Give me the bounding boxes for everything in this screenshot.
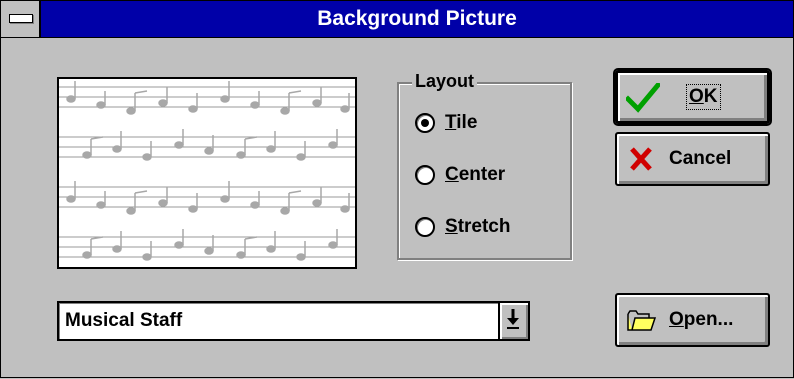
x-icon [630, 147, 652, 171]
radio-center-label: Center [445, 164, 506, 185]
ok-button-label: OK [686, 84, 721, 110]
radio-stretch[interactable]: Stretch [415, 215, 510, 239]
radio-tile[interactable]: Tile [415, 111, 477, 135]
picture-preview [57, 77, 357, 269]
open-button-label: Open... [669, 309, 734, 330]
cancel-button-label: Cancel [669, 148, 732, 169]
radio-tile-label: Tile [445, 112, 478, 133]
radio-tile-indicator[interactable] [415, 113, 435, 133]
folder-open-icon [627, 310, 657, 331]
cancel-button[interactable]: Cancel [615, 132, 770, 186]
title-bar[interactable]: Background Picture [1, 1, 793, 38]
background-picture-dialog: Background Picture Layout Tile Center St… [0, 0, 794, 378]
picture-select[interactable]: Musical Staff [57, 301, 530, 341]
ok-button[interactable]: OK [613, 68, 772, 126]
radio-stretch-indicator[interactable] [415, 217, 435, 237]
radio-stretch-label: Stretch [445, 216, 511, 237]
window-title: Background Picture [317, 7, 517, 30]
picture-select-value: Musical Staff [65, 310, 183, 331]
system-menu-icon[interactable] [1, 1, 41, 37]
musical-staff-pattern [59, 81, 355, 261]
radio-center-indicator[interactable] [415, 165, 435, 185]
dropdown-arrow-icon[interactable] [498, 303, 528, 339]
open-button[interactable]: Open... [615, 293, 770, 347]
radio-center[interactable]: Center [415, 163, 505, 187]
checkmark-icon [626, 83, 660, 113]
layout-group-label: Layout [412, 71, 478, 91]
